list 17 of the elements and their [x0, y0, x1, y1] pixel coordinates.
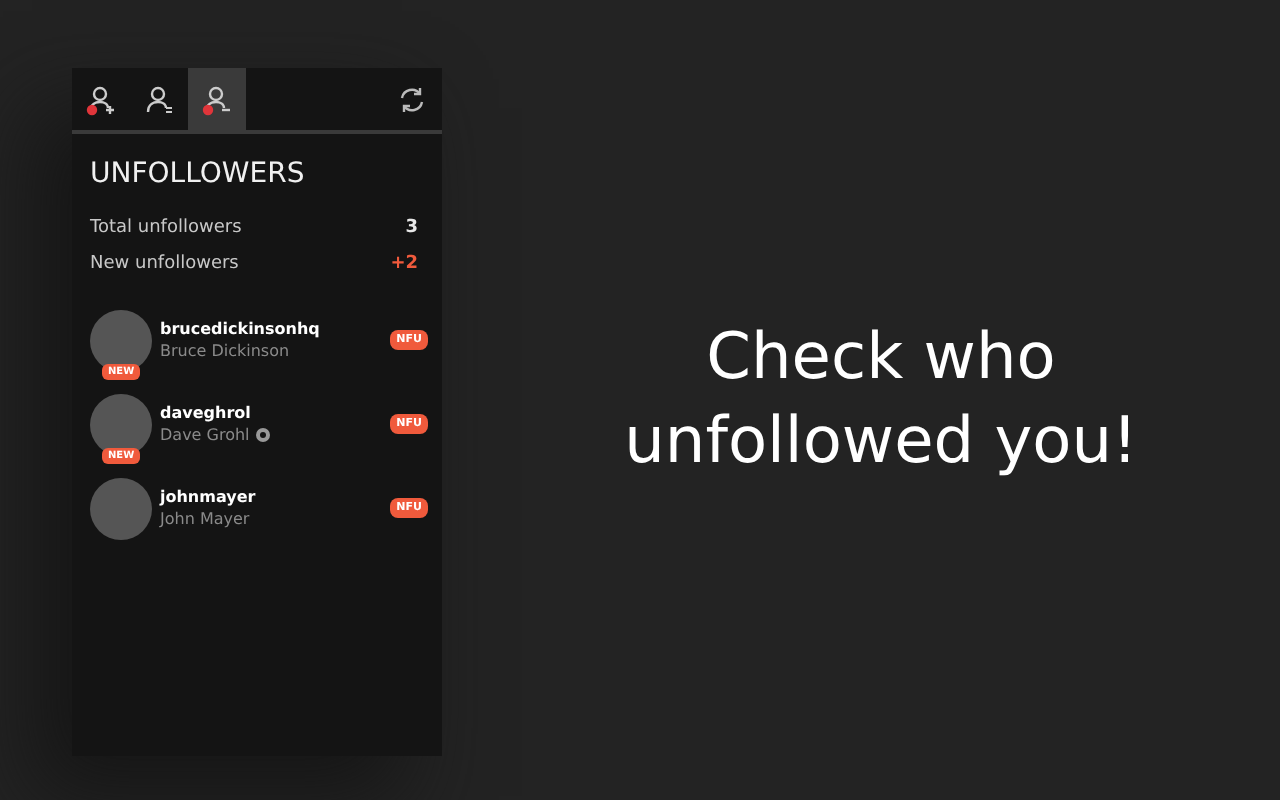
- stat-label: New unfollowers: [90, 254, 239, 274]
- avatar: [90, 477, 152, 539]
- username: johnmayer: [160, 488, 258, 506]
- avatar: [90, 393, 152, 455]
- refresh-icon[interactable]: [398, 85, 426, 113]
- avatar: [90, 309, 152, 371]
- username: daveghrol: [160, 404, 253, 422]
- stat-value: +2: [390, 254, 418, 274]
- display-name: Dave Grohl: [160, 426, 250, 444]
- tagline: Check who unfollowed you!: [622, 316, 1140, 482]
- display-name: John Mayer: [160, 510, 250, 528]
- stat-value: 3: [405, 218, 418, 238]
- tab[interactable]: [188, 68, 246, 130]
- panel-title: UNFOLLOWERS: [88, 156, 307, 194]
- stat-label: Total unfollowers: [90, 218, 242, 238]
- display-name: Bruce Dickinson: [160, 342, 290, 360]
- username: brucedickinsonhq: [160, 320, 322, 338]
